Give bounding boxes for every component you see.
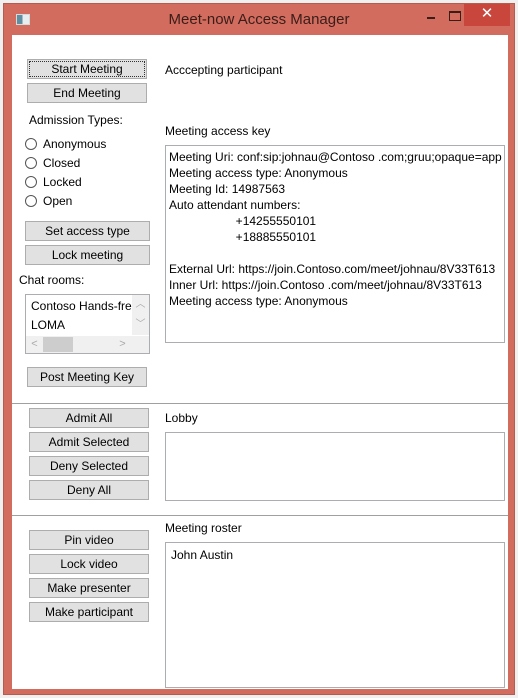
roster-label: Meeting roster (165, 521, 242, 535)
admission-types-label: Admission Types: (29, 113, 123, 127)
radio-label: Locked (43, 175, 82, 189)
horizontal-scrollbar[interactable]: < > (26, 336, 149, 353)
vertical-scrollbar[interactable]: ︿ ﹀ (132, 295, 149, 335)
close-button[interactable]: ✕ (464, 4, 510, 26)
post-meeting-key-button[interactable]: Post Meeting Key (27, 367, 147, 387)
end-meeting-button[interactable]: End Meeting (27, 83, 147, 103)
deny-all-button[interactable]: Deny All (29, 480, 149, 500)
access-key-label: Meeting access key (165, 124, 271, 138)
radio-locked[interactable]: Locked (25, 174, 82, 190)
radio-circle-icon[interactable] (25, 176, 37, 188)
list-item[interactable]: LOMA (26, 316, 149, 335)
section-divider (12, 403, 508, 404)
set-access-type-button[interactable]: Set access type (25, 221, 150, 241)
radio-circle-icon[interactable] (25, 138, 37, 150)
scroll-right-icon[interactable]: > (114, 336, 131, 353)
lock-meeting-button[interactable]: Lock meeting (25, 245, 150, 265)
radio-anonymous[interactable]: Anonymous (25, 136, 106, 152)
admit-all-button[interactable]: Admit All (29, 408, 149, 428)
make-participant-button[interactable]: Make participant (29, 602, 149, 622)
start-meeting-button[interactable]: Start Meeting (27, 59, 147, 79)
radio-closed[interactable]: Closed (25, 155, 80, 171)
radio-label: Closed (43, 156, 81, 170)
title-bar[interactable]: Meet-now Access Manager ✕ (4, 4, 514, 34)
radio-circle-icon[interactable] (25, 157, 37, 169)
list-item[interactable]: John Austin (166, 546, 504, 565)
lobby-label: Lobby (165, 411, 198, 425)
roster-list[interactable]: John Austin (165, 542, 505, 688)
chat-rooms-label: Chat rooms: (19, 273, 85, 287)
make-presenter-button[interactable]: Make presenter (29, 578, 149, 598)
lobby-list[interactable] (165, 432, 505, 501)
admit-selected-button[interactable]: Admit Selected (29, 432, 149, 452)
radio-circle-icon[interactable] (25, 195, 37, 207)
scroll-down-icon[interactable]: ﹀ (132, 315, 149, 335)
radio-open[interactable]: Open (25, 193, 72, 209)
scroll-up-icon[interactable]: ︿ (132, 295, 149, 315)
radio-label: Anonymous (43, 137, 107, 151)
list-item[interactable]: Contoso Hands-fre (26, 297, 149, 316)
section-divider (12, 515, 508, 516)
app-window: Meet-now Access Manager ✕ Start Meeting … (3, 3, 515, 695)
chat-rooms-list[interactable]: Contoso Hands-fre LOMA ︿ ﹀ < > (25, 294, 150, 354)
scroll-left-icon[interactable]: < (26, 336, 43, 353)
deny-selected-button[interactable]: Deny Selected (29, 456, 149, 476)
lock-video-button[interactable]: Lock video (29, 554, 149, 574)
scroll-thumb[interactable] (43, 337, 73, 352)
radio-label: Open (43, 194, 73, 208)
status-text: Acccepting participant (165, 63, 283, 77)
pin-video-button[interactable]: Pin video (29, 530, 149, 550)
access-key-textbox[interactable]: Meeting Uri: conf:sip:johnau@Contoso .co… (165, 145, 505, 343)
client-area: Start Meeting End Meeting Admission Type… (12, 35, 508, 689)
